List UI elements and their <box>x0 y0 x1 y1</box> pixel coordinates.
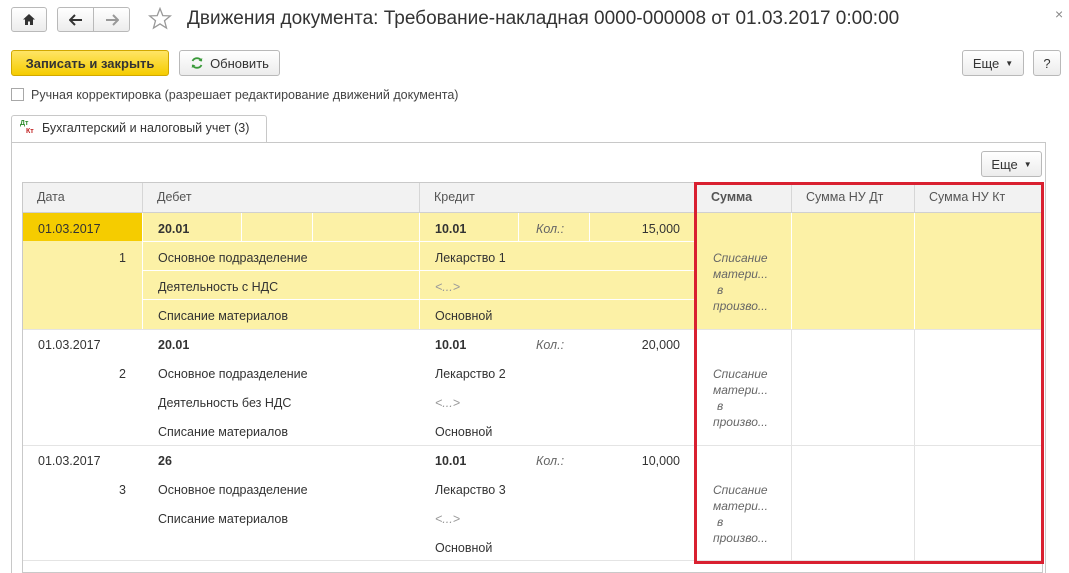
quantity-label: Кол.: <box>536 338 565 352</box>
manual-correction-label: Ручная корректировка (разрешает редактир… <box>31 88 459 102</box>
debit-account: 20.01 <box>158 338 190 352</box>
row-number: 3 <box>119 483 126 497</box>
arrow-left-icon <box>68 13 82 26</box>
row-date: 01.03.2017 <box>38 222 101 236</box>
debit-subconto: Деятельность без НДС <box>158 396 292 410</box>
debit-subconto: Основное подразделение <box>158 367 308 381</box>
dt-icon-text: Дт <box>20 120 29 127</box>
dropdown-arrow-icon: ▼ <box>1005 58 1014 68</box>
highlight-frame <box>694 182 1044 564</box>
row-divider <box>142 241 697 242</box>
debit-account: 20.01 <box>158 222 190 236</box>
debit-subconto: Списание материалов <box>158 309 289 323</box>
quantity-label: Кол.: <box>536 222 565 236</box>
credit-subconto: Лекарство 3 <box>435 483 506 497</box>
debit-subconto: Списание материалов <box>158 512 289 526</box>
table-more-button[interactable]: Еще ▼ <box>981 151 1042 177</box>
credit-account: 10.01 <box>435 338 467 352</box>
credit-subconto: Лекарство 2 <box>435 367 506 381</box>
row-number: 2 <box>119 367 126 381</box>
credit-account: 10.01 <box>435 454 467 468</box>
debit-subconto: Деятельность с НДС <box>158 280 279 294</box>
table-more-label: Еще <box>991 156 1018 172</box>
quantity-value: 15,000 <box>641 222 680 236</box>
credit-subconto: <...> <box>435 512 461 526</box>
row-divider <box>142 299 697 300</box>
favorite-star-icon[interactable] <box>147 6 173 33</box>
credit-subconto: <...> <box>435 396 461 410</box>
debit-subconto: Основное подразделение <box>158 483 308 497</box>
more-label: Еще <box>972 55 1000 71</box>
column-header-credit[interactable]: Кредит <box>420 183 697 213</box>
quantity-label: Кол.: <box>536 454 565 468</box>
page-title: Движения документа: Требование-накладная… <box>187 8 900 29</box>
home-icon <box>23 14 35 25</box>
dt-kt-icon: Дт Кт <box>20 120 36 138</box>
quantity-value: 20,000 <box>641 338 680 352</box>
tab-label: Бухгалтерский и налоговый учет (3) <box>42 121 250 135</box>
forward-button[interactable] <box>93 7 130 32</box>
arrow-right-icon <box>105 13 119 26</box>
tab-divider <box>11 142 1046 143</box>
column-divider <box>589 213 590 241</box>
dropdown-arrow-icon: ▼ <box>1023 159 1032 169</box>
column-divider <box>241 213 242 241</box>
credit-subconto: Основной <box>435 425 493 439</box>
save-and-close-button[interactable]: Записать и закрыть <box>11 50 169 76</box>
column-header-date[interactable]: Дата <box>23 183 143 213</box>
help-button[interactable]: ? <box>1033 50 1061 76</box>
debit-account: 26 <box>158 454 172 468</box>
panel-border-left <box>11 142 12 573</box>
column-divider <box>518 213 519 241</box>
row-number: 1 <box>119 251 126 265</box>
column-divider <box>312 213 313 241</box>
tab-accounting[interactable]: Дт Кт Бухгалтерский и налоговый учет (3) <box>11 115 267 143</box>
debit-subconto: Списание материалов <box>158 425 289 439</box>
debit-subconto: Основное подразделение <box>158 251 308 265</box>
credit-subconto: Основной <box>435 309 493 323</box>
quantity-value: 10,000 <box>641 454 680 468</box>
row-divider <box>142 270 697 271</box>
column-header-debit[interactable]: Дебет <box>143 183 420 213</box>
column-divider <box>419 213 420 329</box>
credit-subconto: <...> <box>435 280 461 294</box>
refresh-icon <box>191 57 203 69</box>
panel-border-right <box>1045 142 1046 573</box>
refresh-label: Обновить <box>210 55 269 71</box>
row-date: 01.03.2017 <box>38 338 101 352</box>
kt-icon-text: Кт <box>26 128 34 135</box>
row-date: 01.03.2017 <box>38 454 101 468</box>
column-divider <box>142 213 143 329</box>
credit-account: 10.01 <box>435 222 467 236</box>
more-button[interactable]: Еще ▼ <box>962 50 1024 76</box>
credit-subconto: Лекарство 1 <box>435 251 506 265</box>
close-icon[interactable]: × <box>1055 6 1063 22</box>
credit-subconto: Основной <box>435 541 493 555</box>
home-button[interactable] <box>11 7 47 32</box>
back-button[interactable] <box>57 7 94 32</box>
refresh-button[interactable]: Обновить <box>179 50 280 76</box>
manual-correction-checkbox[interactable] <box>11 88 24 101</box>
